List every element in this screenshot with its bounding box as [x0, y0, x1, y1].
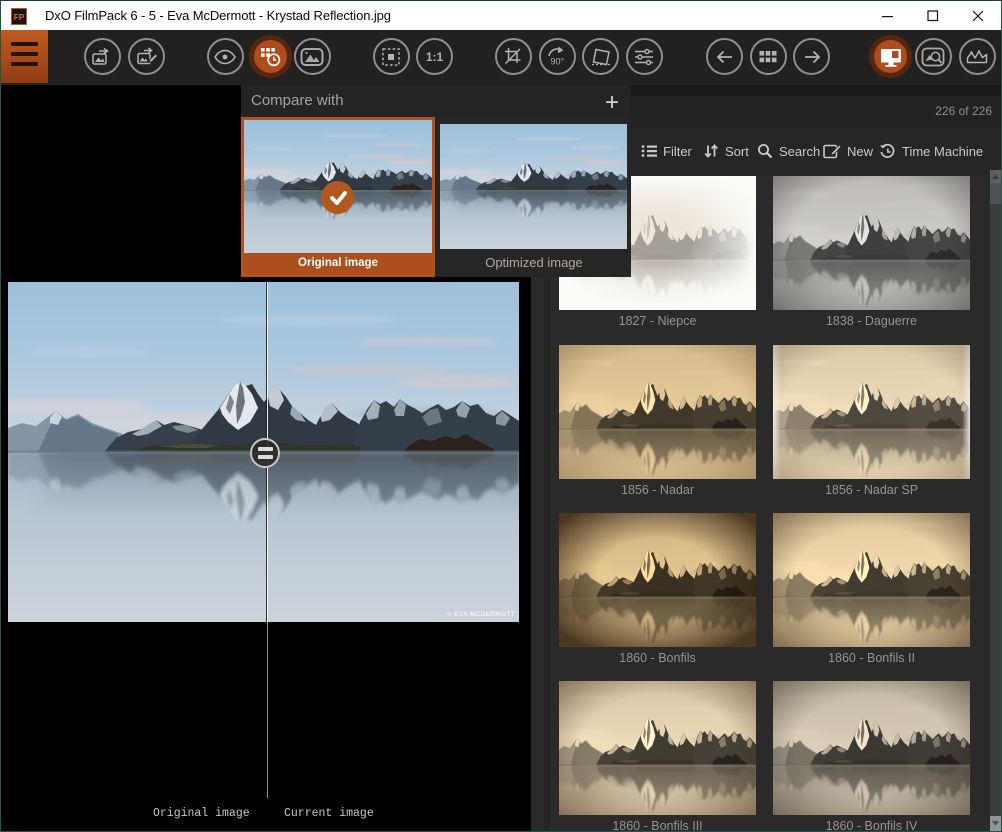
- svg-text:90°: 90°: [551, 56, 565, 66]
